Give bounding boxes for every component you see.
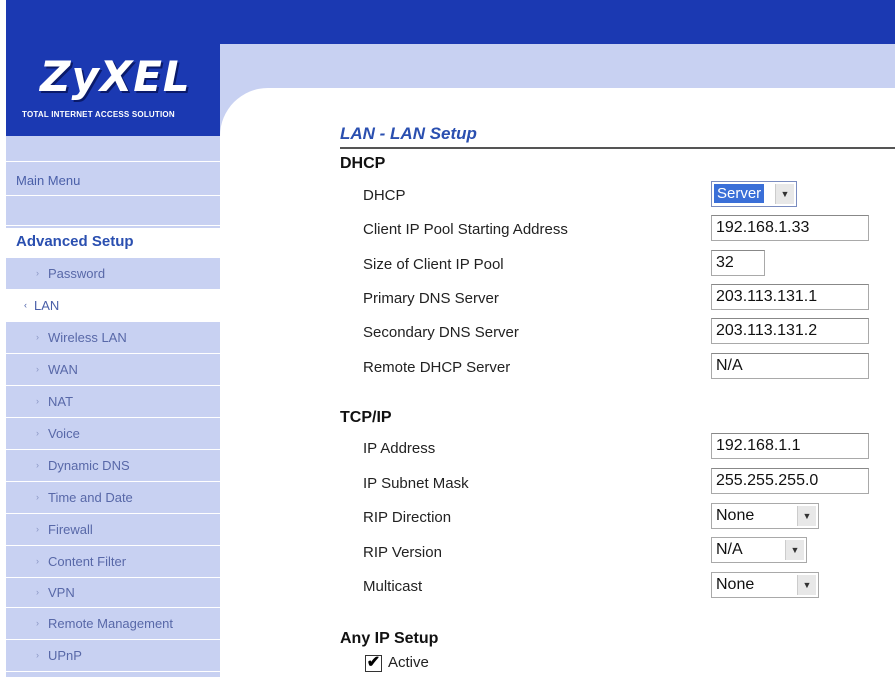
dhcp-mode-label: DHCP [363, 187, 406, 204]
sidebar-item-label: Voice [48, 426, 80, 441]
rip-version-value: N/A [716, 541, 743, 558]
router-admin-page: ZyXEL TOTAL INTERNET ACCESS SOLUTION Mai… [0, 0, 895, 677]
sidebar-main-menu[interactable]: Main Menu [6, 162, 220, 196]
pool-start-label: Client IP Pool Starting Address [363, 221, 568, 238]
bullet-icon: › [36, 396, 39, 406]
remote-dhcp-label: Remote DHCP Server [363, 359, 511, 376]
chevron-down-icon: ▼ [797, 506, 816, 526]
dhcp-mode-value: Server [714, 184, 765, 203]
zyxel-logo: ZyXEL [40, 52, 191, 101]
rip-version-select[interactable]: N/A ▼ [711, 537, 807, 563]
bullet-icon: › [36, 332, 39, 342]
sidebar-item-dynamic-dns[interactable]: › Dynamic DNS [6, 450, 220, 482]
chevron-down-icon: ▼ [775, 184, 794, 204]
bullet-icon: › [36, 428, 39, 438]
rip-direction-select[interactable]: None ▼ [711, 503, 819, 529]
dhcp-mode-select[interactable]: Server ▼ [711, 181, 797, 207]
pool-start-input[interactable]: 192.168.1.33 [711, 215, 869, 241]
secondary-dns-input[interactable]: 203.113.131.2 [711, 318, 869, 344]
sidebar-item-wan[interactable]: › WAN [6, 354, 220, 386]
bullet-icon: › [36, 556, 39, 566]
sidebar-item-label: Time and Date [48, 490, 133, 505]
multicast-select[interactable]: None ▼ [711, 572, 819, 598]
sidebar-item-label: Wireless LAN [48, 330, 127, 345]
chevron-down-icon: ▼ [785, 540, 804, 560]
sidebar-item-label: LAN [34, 298, 60, 313]
secondary-dns-label: Secondary DNS Server [363, 324, 519, 341]
bullet-icon: › [36, 460, 39, 470]
ip-address-label: IP Address [363, 440, 436, 457]
sidebar-item-label: NAT [48, 394, 74, 409]
sidebar-item-remote-management[interactable]: › Remote Management [6, 608, 220, 640]
any-ip-active-checkbox[interactable]: ✔ [365, 655, 382, 672]
pool-size-label: Size of Client IP Pool [363, 256, 504, 273]
top-banner [6, 0, 895, 44]
bullet-icon: › [36, 268, 39, 278]
dhcp-heading: DHCP [340, 155, 386, 172]
sidebar-item-firewall[interactable]: › Firewall [6, 514, 220, 546]
sidebar-section-label: Advanced Setup [16, 233, 134, 250]
subnet-mask-input[interactable]: 255.255.255.0 [711, 468, 869, 494]
sidebar-item-nat[interactable]: › NAT [6, 386, 220, 418]
sidebar-item-voice[interactable]: › Voice [6, 418, 220, 450]
rip-direction-value: None [716, 507, 755, 524]
subnet-mask-label: IP Subnet Mask [363, 475, 469, 492]
sidebar-item-content-filter[interactable]: › Content Filter [6, 546, 220, 578]
bullet-icon: › [36, 492, 39, 502]
multicast-value: None [716, 576, 755, 593]
remote-dhcp-input[interactable]: N/A [711, 353, 869, 379]
sidebar-item-wireless-lan[interactable]: › Wireless LAN [6, 322, 220, 354]
logo-tagline: TOTAL INTERNET ACCESS SOLUTION [22, 110, 175, 119]
sidebar-item-password[interactable]: › Password [6, 258, 220, 290]
bullet-icon: › [36, 364, 39, 374]
sidebar-item-vpn[interactable]: › VPN [6, 578, 220, 608]
pool-size-input[interactable]: 32 [711, 250, 765, 276]
sidebar-spacer [6, 196, 220, 226]
bullet-icon: › [36, 587, 39, 597]
primary-dns-label: Primary DNS Server [363, 290, 499, 307]
title-divider [340, 147, 895, 149]
sidebar-item-label: Content Filter [48, 554, 127, 569]
bullet-icon: ‹ [24, 300, 27, 310]
sidebar-main-menu-label: Main Menu [16, 173, 81, 188]
logo-area: ZyXEL TOTAL INTERNET ACCESS SOLUTION [6, 44, 220, 136]
chevron-down-icon: ▼ [797, 575, 816, 595]
any-ip-active-label: Active [388, 654, 429, 671]
sidebar-item-label: Remote Management [48, 616, 174, 631]
sidebar-section-advanced-setup[interactable]: Advanced Setup [6, 228, 220, 258]
bullet-icon: › [36, 618, 39, 628]
sidebar-spacer-top [6, 136, 220, 162]
ip-address-input[interactable]: 192.168.1.1 [711, 433, 869, 459]
sidebar-item-label: Firewall [48, 522, 93, 537]
sidebar-item-label: WAN [48, 362, 78, 377]
bullet-icon: › [36, 524, 39, 534]
primary-dns-input[interactable]: 203.113.131.1 [711, 284, 869, 310]
tcpip-heading: TCP/IP [340, 409, 392, 426]
page-title: LAN - LAN Setup [340, 124, 477, 143]
sidebar-item-label: Password [48, 266, 106, 281]
sidebar-item-time-and-date[interactable]: › Time and Date [6, 482, 220, 514]
sidebar-item-lan[interactable]: ‹ LAN [6, 290, 220, 322]
sidebar-item-label: Dynamic DNS [48, 458, 130, 473]
sidebar-item-label: VPN [48, 585, 75, 600]
rip-version-label: RIP Version [363, 544, 442, 561]
multicast-label: Multicast [363, 578, 423, 595]
any-ip-heading: Any IP Setup [340, 630, 439, 647]
bullet-icon: › [36, 650, 39, 660]
rip-direction-label: RIP Direction [363, 509, 452, 526]
sidebar-item-label: UPnP [48, 648, 82, 663]
sidebar-item-upnp[interactable]: › UPnP [6, 640, 220, 672]
